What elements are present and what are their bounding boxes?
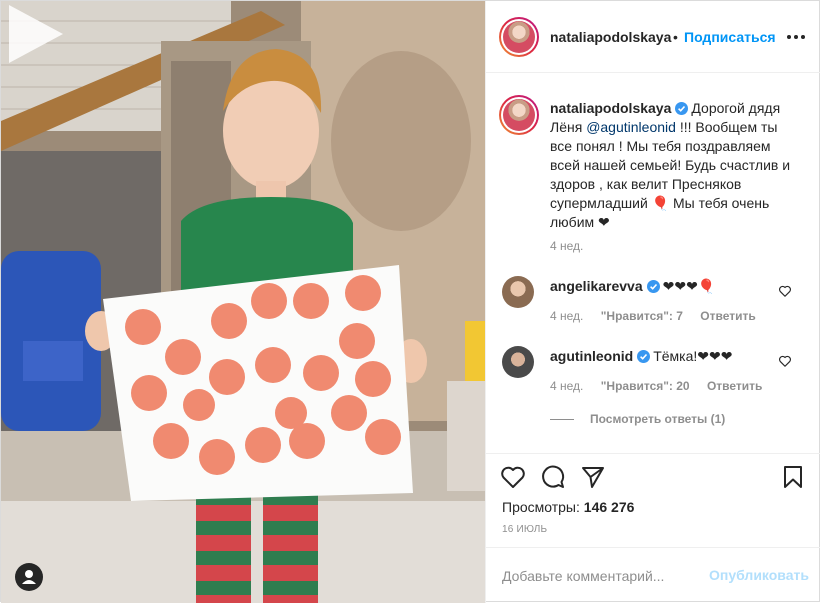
caption-time[interactable]: 4 нед.: [550, 239, 583, 253]
verified-icon: [675, 102, 689, 115]
comments-list[interactable]: nataliapodolskaya Дорогой дядя Лёня @agut…: [486, 73, 820, 453]
caption-avatar[interactable]: [499, 95, 539, 135]
post-video[interactable]: [1, 1, 485, 603]
comment-likes[interactable]: "Нравится": 7: [601, 309, 683, 323]
caption-mention[interactable]: @agutinleonid: [586, 119, 676, 135]
header-separator: •: [673, 29, 678, 45]
add-comment-section: Опубликовать: [486, 547, 820, 603]
comment-item: agutinleonid Тёмка!❤❤❤: [550, 347, 732, 366]
post-date[interactable]: 16 июль: [502, 524, 547, 535]
comment-username[interactable]: angelikarevva: [550, 278, 643, 294]
comment-time[interactable]: 4 нед.: [550, 309, 583, 323]
heart-icon[interactable]: [500, 464, 526, 490]
play-icon[interactable]: [1, 1, 67, 67]
user-tag-button[interactable]: [15, 563, 43, 591]
avatar[interactable]: [499, 17, 539, 57]
comment-avatar[interactable]: [502, 276, 534, 308]
verified-icon: [637, 350, 651, 363]
publish-button[interactable]: Опубликовать: [709, 567, 809, 583]
comment-text: ❤❤❤🎈: [662, 278, 716, 294]
user-tag-icon: [22, 570, 36, 584]
comment-username[interactable]: agutinleonid: [550, 348, 633, 364]
comment-heart-icon[interactable]: [778, 284, 792, 298]
comment-avatar[interactable]: [502, 346, 534, 378]
comment-meta: 4 нед. "Нравится": 20 Ответить: [550, 379, 762, 393]
follow-button[interactable]: Подписаться: [684, 29, 776, 45]
reply-button[interactable]: Ответить: [700, 309, 755, 323]
views-value: 146 276: [583, 499, 635, 515]
comment-meta: 4 нед. "Нравится": 7 Ответить: [550, 309, 756, 323]
video-frame: [1, 1, 485, 603]
view-replies-label: Посмотреть ответы (1): [590, 412, 726, 426]
post-dialog: nataliapodolskaya • Подписаться nataliap…: [0, 0, 820, 603]
verified-icon: [646, 280, 660, 293]
replies-divider: [550, 419, 574, 421]
caption: nataliapodolskaya Дорогой дядя Лёня @agut…: [550, 99, 800, 232]
more-options-icon[interactable]: [786, 27, 806, 47]
post-header: nataliapodolskaya • Подписаться: [486, 1, 820, 73]
caption-text-after: !!! Вообщем ты все понял ! Мы тебя поздр…: [550, 119, 791, 230]
comment-time[interactable]: 4 нед.: [550, 379, 583, 393]
post-sidebar: nataliapodolskaya • Подписаться nataliap…: [485, 1, 820, 603]
caption-username[interactable]: nataliapodolskaya: [550, 100, 671, 116]
comment-input[interactable]: [502, 566, 702, 586]
views-count[interactable]: Просмотры: 146 276: [502, 499, 634, 515]
comment-icon[interactable]: [540, 464, 566, 490]
comment-heart-icon[interactable]: [778, 354, 792, 368]
share-icon[interactable]: [580, 464, 606, 490]
header-username[interactable]: nataliapodolskaya: [550, 29, 671, 45]
comment-text: Тёмка!❤❤❤: [653, 348, 733, 364]
post-actions: Просмотры: 146 276 16 июль: [486, 453, 820, 553]
views-label: Просмотры:: [502, 499, 580, 515]
view-replies-button[interactable]: Посмотреть ответы (1): [550, 412, 725, 426]
bookmark-icon[interactable]: [780, 464, 806, 490]
reply-button[interactable]: Ответить: [707, 379, 762, 393]
comment-likes[interactable]: "Нравится": 20: [601, 379, 690, 393]
comment-item: angelikarevva ❤❤❤🎈: [550, 277, 715, 296]
